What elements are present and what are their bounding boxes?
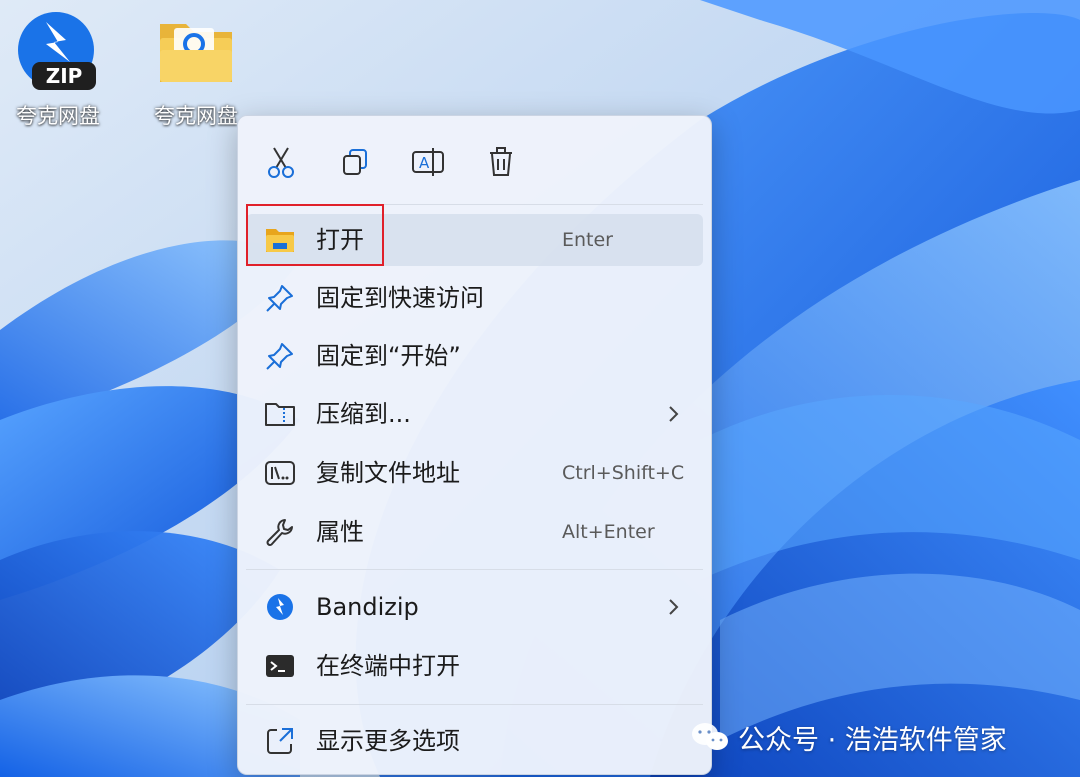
watermark-text: 公众号 · 浩浩软件管家	[738, 724, 1007, 756]
menu-item-shortcut: Ctrl+Shift+C	[562, 462, 685, 484]
trash-icon	[490, 147, 512, 176]
chevron-right-icon	[669, 406, 679, 422]
more-options-icon	[264, 725, 296, 757]
wrench-icon	[264, 516, 296, 548]
menu-item-open-in-terminal[interactable]: 在终端中打开	[246, 640, 703, 692]
context-menu-toolbar: A	[238, 116, 711, 204]
watermark: 公众号 · 浩浩软件管家	[690, 712, 1007, 762]
desktop-icon-label: 夸克网盘	[16, 104, 100, 128]
menu-item-label: 固定到“开始”	[316, 342, 461, 370]
menu-item-label: Bandizip	[316, 593, 419, 621]
desktop-icon-quark-zip[interactable]: ZIP 夸克网盘	[3, 10, 113, 130]
menu-item-label: 在终端中打开	[316, 652, 460, 680]
delete-button[interactable]	[481, 142, 521, 182]
menu-separator	[246, 704, 703, 705]
zip-archive-icon: ZIP	[16, 10, 100, 94]
menu-item-pin-quick-access[interactable]: 固定到快速访问	[246, 272, 703, 324]
terminal-icon	[264, 650, 296, 682]
cut-button[interactable]	[261, 142, 301, 182]
menu-item-label: 压缩到...	[316, 400, 411, 428]
rename-button[interactable]: A	[408, 142, 448, 182]
menu-item-label: 固定到快速访问	[316, 284, 484, 312]
menu-item-label: 打开	[316, 226, 364, 254]
copy-icon	[343, 149, 367, 175]
desktop-icon-label: 夸克网盘	[154, 104, 238, 128]
pin-icon	[264, 340, 296, 372]
copy-button[interactable]	[335, 142, 375, 182]
menu-item-shortcut: Enter	[562, 229, 613, 251]
zip-folder-icon	[264, 398, 296, 430]
desktop-icon-quark-folder[interactable]: 夸克网盘	[141, 10, 251, 130]
menu-item-copy-path[interactable]: 复制文件地址 Ctrl+Shift+C	[246, 447, 703, 499]
scissors-icon	[268, 147, 294, 178]
context-menu: A 打开 Enter 固定到快速访问 固定到“开始” 压缩到... 复制文件地址…	[237, 115, 712, 775]
chevron-right-icon	[669, 599, 679, 615]
menu-item-bandizip[interactable]: Bandizip	[246, 581, 703, 633]
menu-item-label: 显示更多选项	[316, 727, 460, 755]
menu-item-show-more-options[interactable]: 显示更多选项	[246, 715, 703, 767]
menu-item-label: 属性	[316, 518, 364, 546]
folder-open-icon	[264, 224, 296, 256]
menu-item-open[interactable]: 打开 Enter	[246, 214, 703, 266]
rename-icon: A	[412, 148, 444, 176]
menu-separator	[246, 204, 703, 205]
folder-icon	[154, 10, 238, 94]
menu-item-shortcut: Alt+Enter	[562, 521, 655, 543]
menu-item-properties[interactable]: 属性 Alt+Enter	[246, 506, 703, 558]
menu-item-label: 复制文件地址	[316, 459, 460, 487]
zip-badge-label: ZIP	[45, 64, 83, 88]
menu-item-pin-start[interactable]: 固定到“开始”	[246, 330, 703, 382]
pin-icon	[264, 282, 296, 314]
menu-separator	[246, 569, 703, 570]
svg-text:A: A	[419, 154, 430, 172]
path-icon	[264, 457, 296, 489]
menu-item-compress-to[interactable]: 压缩到...	[246, 388, 703, 440]
wechat-icon	[692, 723, 728, 750]
bandizip-icon	[264, 591, 296, 623]
